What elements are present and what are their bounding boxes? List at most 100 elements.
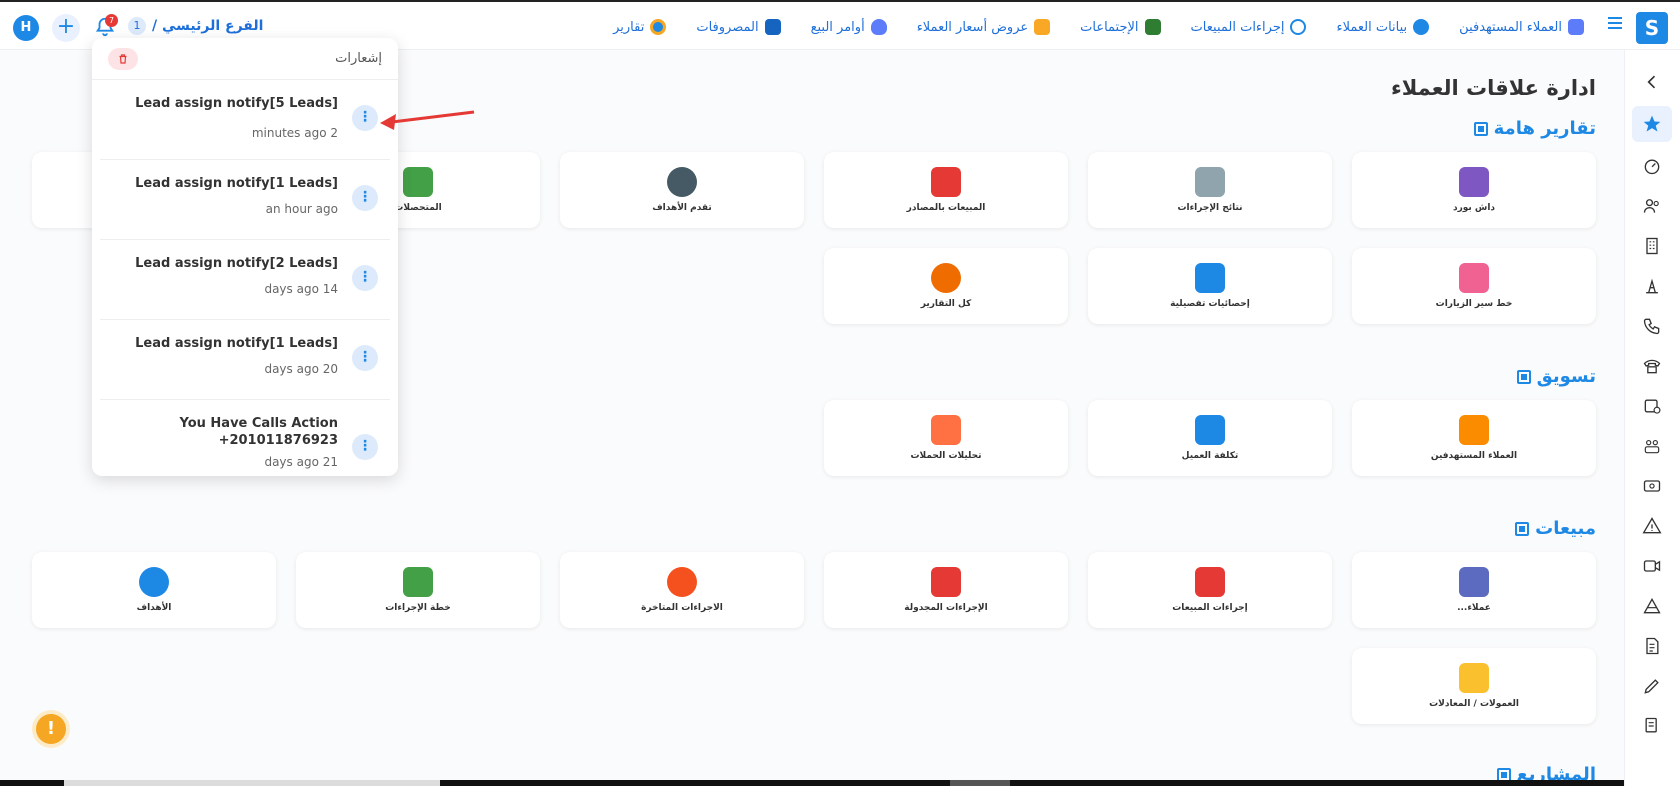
expenses-icon	[764, 19, 781, 35]
sidebar-item-team[interactable]	[1638, 432, 1666, 460]
nav-customer-quotes[interactable]: عروض أسعار العملاء	[916, 19, 1051, 35]
nav-customer-data[interactable]: بيانات العملاء	[1336, 19, 1430, 35]
menu-icon[interactable]	[1608, 17, 1622, 29]
card-visit-route[interactable]: خط سير الزيارات	[1352, 248, 1596, 324]
sidebar-item-buildings[interactable]	[1638, 232, 1666, 260]
nav-label: العملاء المستهدفين	[1459, 19, 1562, 35]
clear-notifications-button[interactable]	[108, 48, 138, 70]
sidebar-item-favorites[interactable]	[1632, 106, 1672, 142]
notification-menu-button[interactable]: ⋮	[352, 345, 378, 371]
branch-selector[interactable]: 1 الفرع الرئيسي /	[128, 17, 263, 35]
rocket-icon	[1195, 567, 1225, 597]
nav-label: تقارير	[613, 19, 645, 35]
card-goals[interactable]: الأهداف	[32, 552, 276, 628]
notification-time: an hour ago	[265, 202, 338, 216]
sidebar-item-telephone[interactable]	[1638, 352, 1666, 380]
building-icon	[1646, 237, 1658, 255]
card-action-plan[interactable]: خطة الإجراءات	[296, 552, 540, 628]
trash-icon	[119, 54, 127, 64]
card-label: تقدم الأهداف	[652, 203, 712, 213]
card-clients[interactable]: عملاء...	[1352, 552, 1596, 628]
top-nav: العملاء المستهدفين بيانات العملاء إجراءا…	[613, 2, 1584, 52]
sidebar-item-video[interactable]	[1638, 552, 1666, 580]
card-client-cost[interactable]: تكلفة العميل	[1088, 400, 1332, 476]
card-all-reports[interactable]: كل التقارير	[824, 248, 1068, 324]
quote-icon	[1034, 19, 1051, 35]
nav-meetings[interactable]: الإجتماعات	[1080, 19, 1161, 35]
card-target-clients[interactable]: العملاء المستهدفين	[1352, 400, 1596, 476]
notifications-dropdown: إشعارات Lead assign notify[5 Leads] minut…	[92, 38, 398, 476]
scrollbar-thumb[interactable]	[64, 780, 440, 786]
notification-menu-button[interactable]: ⋮	[352, 434, 378, 460]
card-detailed-stats[interactable]: إحصائيات تفصيلية	[1088, 248, 1332, 324]
card-goals-progress[interactable]: تقدم الأهداف	[560, 152, 804, 228]
sidebar-item-dashboard[interactable]	[1638, 152, 1666, 180]
notifications-button[interactable]: 7	[94, 14, 118, 38]
target-icon	[139, 567, 169, 597]
card-campaign-analytics[interactable]: تحليلات الحملات	[824, 400, 1068, 476]
warning-fab[interactable]: !	[36, 714, 66, 744]
target-clients-icon	[1568, 19, 1584, 35]
branch-label: الفرع الرئيسي /	[152, 18, 264, 34]
annotation-arrow-icon	[380, 110, 475, 130]
nav-expenses[interactable]: المصروفات	[696, 19, 781, 35]
collapse-sidebar-button[interactable]	[1638, 68, 1666, 96]
card-commissions[interactable]: العمولات / المعادلات	[1352, 648, 1596, 724]
card-scheduled-actions[interactable]: الإجراءات المجدولة	[824, 552, 1068, 628]
section-label: مبيعات	[1535, 518, 1596, 539]
nav-label: الإجتماعات	[1080, 19, 1139, 35]
avatar[interactable]: H	[13, 15, 39, 41]
nav-reports[interactable]: تقارير	[613, 19, 667, 35]
notification-title: Lead assign notify[1 Leads]	[135, 176, 338, 191]
invoice-icon	[1646, 637, 1659, 655]
nav-label: المصروفات	[696, 19, 759, 35]
notification-item[interactable]: Lead assign notify[2 Leads] days ago 14 ⋮	[100, 240, 390, 320]
notification-item[interactable]: You Have Calls Action +201011876923 days …	[100, 400, 390, 476]
add-button[interactable]: +	[52, 14, 80, 42]
sidebar-item-users[interactable]	[1638, 192, 1666, 220]
notification-title: Lead assign notify[2 Leads]	[135, 256, 338, 271]
dashboard-icon	[1459, 167, 1489, 197]
grid-icon	[1515, 521, 1530, 536]
scrollbar-thumb-secondary[interactable]	[950, 780, 1010, 786]
brand-logo[interactable]: S	[1636, 12, 1668, 44]
card-sales-by-source[interactable]: المبيعات بالمصادر	[824, 152, 1068, 228]
sidebar-item-signature[interactable]	[1638, 672, 1666, 700]
chevron-left-icon	[1647, 75, 1656, 89]
card-label: خطة الإجراءات	[385, 603, 451, 613]
bar-chart-icon	[931, 167, 961, 197]
card-label: الاجراءات المتاخرة	[641, 603, 723, 613]
sidebar-item-calendar[interactable]	[1638, 392, 1666, 420]
client-icon	[1459, 567, 1489, 597]
star-icon	[1643, 115, 1661, 132]
pen-icon	[1644, 679, 1659, 694]
card-sales-actions[interactable]: إجراءات المبيعات	[1088, 552, 1332, 628]
sidebar-item-documents[interactable]	[1638, 712, 1666, 740]
notification-menu-button[interactable]: ⋮	[352, 105, 378, 131]
triangle-icon	[1643, 597, 1661, 614]
sidebar-item-invoices[interactable]	[1638, 632, 1666, 660]
notification-item[interactable]: Lead assign notify[1 Leads] days ago 20 ⋮	[100, 320, 390, 400]
reports-icon	[650, 19, 667, 35]
route-icon	[1459, 263, 1489, 293]
notification-menu-button[interactable]: ⋮	[352, 185, 378, 211]
sidebar-item-triangle[interactable]	[1638, 592, 1666, 620]
nav-sales-orders[interactable]: أوامر البيع	[811, 19, 887, 35]
card-late-actions[interactable]: الاجراءات المتاخرة	[560, 552, 804, 628]
card-actions-results[interactable]: نتائج الإجراءات	[1088, 152, 1332, 228]
notification-item[interactable]: Lead assign notify[5 Leads] minutes ago 2…	[100, 80, 390, 160]
nav-label: عروض أسعار العملاء	[916, 19, 1029, 35]
funnel-icon	[1195, 415, 1225, 445]
card-label: عملاء...	[1457, 603, 1491, 613]
card-dashboard[interactable]: داش بورد	[1352, 152, 1596, 228]
notification-menu-button[interactable]: ⋮	[352, 265, 378, 291]
sidebar-item-money[interactable]	[1638, 472, 1666, 500]
money-bag-icon	[870, 19, 887, 35]
sidebar-item-calls[interactable]	[1638, 312, 1666, 340]
notification-title: Lead assign notify[5 Leads]	[135, 96, 338, 111]
sidebar-item-tools[interactable]	[1638, 272, 1666, 300]
nav-target-clients[interactable]: العملاء المستهدفين	[1459, 19, 1584, 35]
nav-sales-actions[interactable]: إجراءات المبيعات	[1191, 19, 1307, 35]
notification-item[interactable]: Lead assign notify[1 Leads] an hour ago ⋮	[100, 160, 390, 240]
sidebar-item-alerts[interactable]	[1638, 512, 1666, 540]
